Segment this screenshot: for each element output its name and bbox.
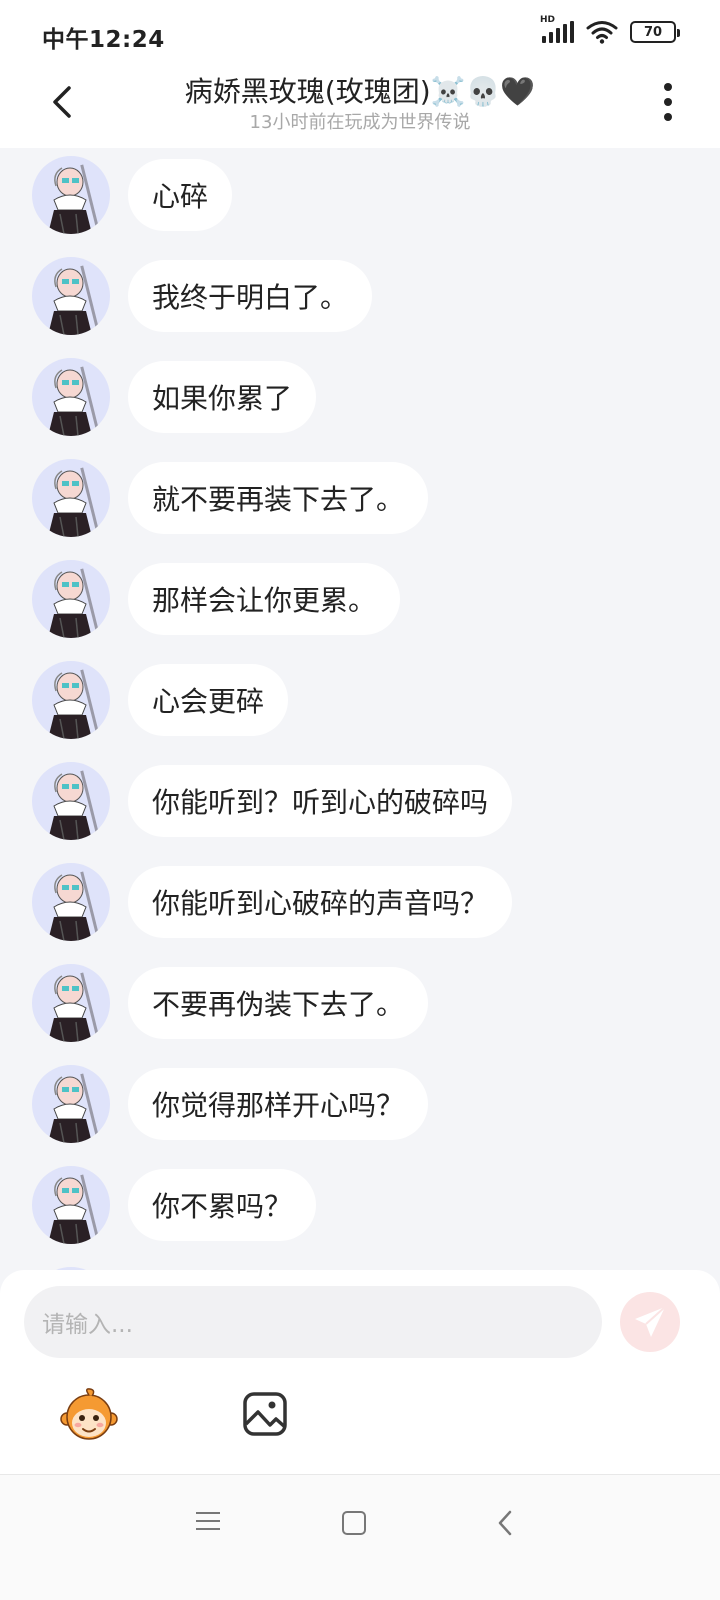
message-row: 那样会让你更累。 <box>32 560 401 638</box>
avatar[interactable] <box>32 459 110 537</box>
message-row: 不要再伪装下去了。 <box>32 964 429 1042</box>
monkey-face-icon[interactable] <box>60 1387 118 1445</box>
message-bubble[interactable]: 你能听到？听到心的破碎吗 <box>128 765 513 837</box>
message-row: 你不累吗？ <box>32 1166 317 1244</box>
chat-title: 病娇黑玫瑰(玫瑰团)☠️💀🖤 <box>184 75 536 108</box>
image-icon[interactable] <box>242 1391 288 1437</box>
status-icons: HD 70 <box>540 15 680 44</box>
chat-subtitle: 13小时前在玩成为世界传说 <box>249 112 471 133</box>
chat-screen: 中午12:24 HD 70 病娇黑玫瑰(玫瑰团)☠️💀🖤 13小时前在玩成为世界… <box>0 0 720 1600</box>
status-bar: 中午12:24 HD 70 <box>0 0 720 66</box>
message-bubble[interactable]: 心碎 <box>128 159 233 231</box>
message-bubble[interactable]: 那样会让你更累。 <box>128 563 401 635</box>
signal-icon: HD <box>540 15 574 43</box>
input-panel: 请输入... <box>0 1270 720 1474</box>
message-bubble[interactable]: 心会更碎 <box>128 664 289 736</box>
message-bubble[interactable]: 你能听到心破碎的声音吗？ <box>128 866 513 938</box>
network-type-label: HD <box>540 15 556 25</box>
square-icon[interactable] <box>342 1511 366 1535</box>
send-button[interactable] <box>620 1292 680 1352</box>
message-bubble[interactable]: 如果你累了 <box>128 361 317 433</box>
message-input[interactable]: 请输入... <box>24 1286 602 1358</box>
more-dot-icon <box>664 113 672 121</box>
battery-icon: 70 <box>630 21 680 43</box>
message-row: 心碎 <box>32 156 233 234</box>
more-dot-icon <box>664 83 672 91</box>
menu-icon[interactable] <box>196 1509 220 1533</box>
avatar[interactable] <box>32 661 110 739</box>
message-bubble[interactable]: 你觉得那样开心吗？ <box>128 1068 429 1140</box>
avatar[interactable] <box>32 964 110 1042</box>
message-bubble[interactable]: 就不要再装下去了。 <box>128 462 429 534</box>
status-time: 中午12:24 <box>42 27 165 53</box>
message-list[interactable]: 心碎我终于明白了。 如果你累了就不要再装下去了。 那样会让你更累。 心会更碎你能听到？… <box>0 148 720 1272</box>
more-options-button[interactable] <box>656 80 680 124</box>
avatar[interactable] <box>32 1065 110 1143</box>
avatar[interactable] <box>32 1166 110 1244</box>
message-row: 你能听到？听到心的破碎吗 <box>32 762 513 840</box>
message-row: 如果你累了 <box>32 358 317 436</box>
chat-header: 病娇黑玫瑰(玫瑰团)☠️💀🖤 13小时前在玩成为世界传说 <box>0 66 720 148</box>
message-bubble[interactable]: 你不累吗？ <box>128 1169 317 1241</box>
chevron-left-icon[interactable] <box>494 1509 518 1537</box>
avatar[interactable] <box>32 762 110 840</box>
more-dot-icon <box>664 98 672 106</box>
message-row: 你能听到心破碎的声音吗？ <box>32 863 513 941</box>
battery-level: 70 <box>643 24 663 40</box>
message-bubble[interactable]: 我终于明白了。 <box>128 260 373 332</box>
avatar[interactable] <box>32 560 110 638</box>
wifi-icon <box>586 21 618 44</box>
paper-plane-icon <box>635 1306 666 1337</box>
message-row: 就不要再装下去了。 <box>32 459 429 537</box>
system-nav-bar <box>0 1474 720 1600</box>
avatar[interactable] <box>32 156 110 234</box>
message-bubble[interactable]: 不要再伪装下去了。 <box>128 967 429 1039</box>
avatar[interactable] <box>32 358 110 436</box>
message-row: 我终于明白了。 <box>32 257 373 335</box>
message-row: 心会更碎 <box>32 661 289 739</box>
message-row: 你觉得那样开心吗？ <box>32 1065 429 1143</box>
avatar[interactable] <box>32 863 110 941</box>
avatar[interactable] <box>32 257 110 335</box>
